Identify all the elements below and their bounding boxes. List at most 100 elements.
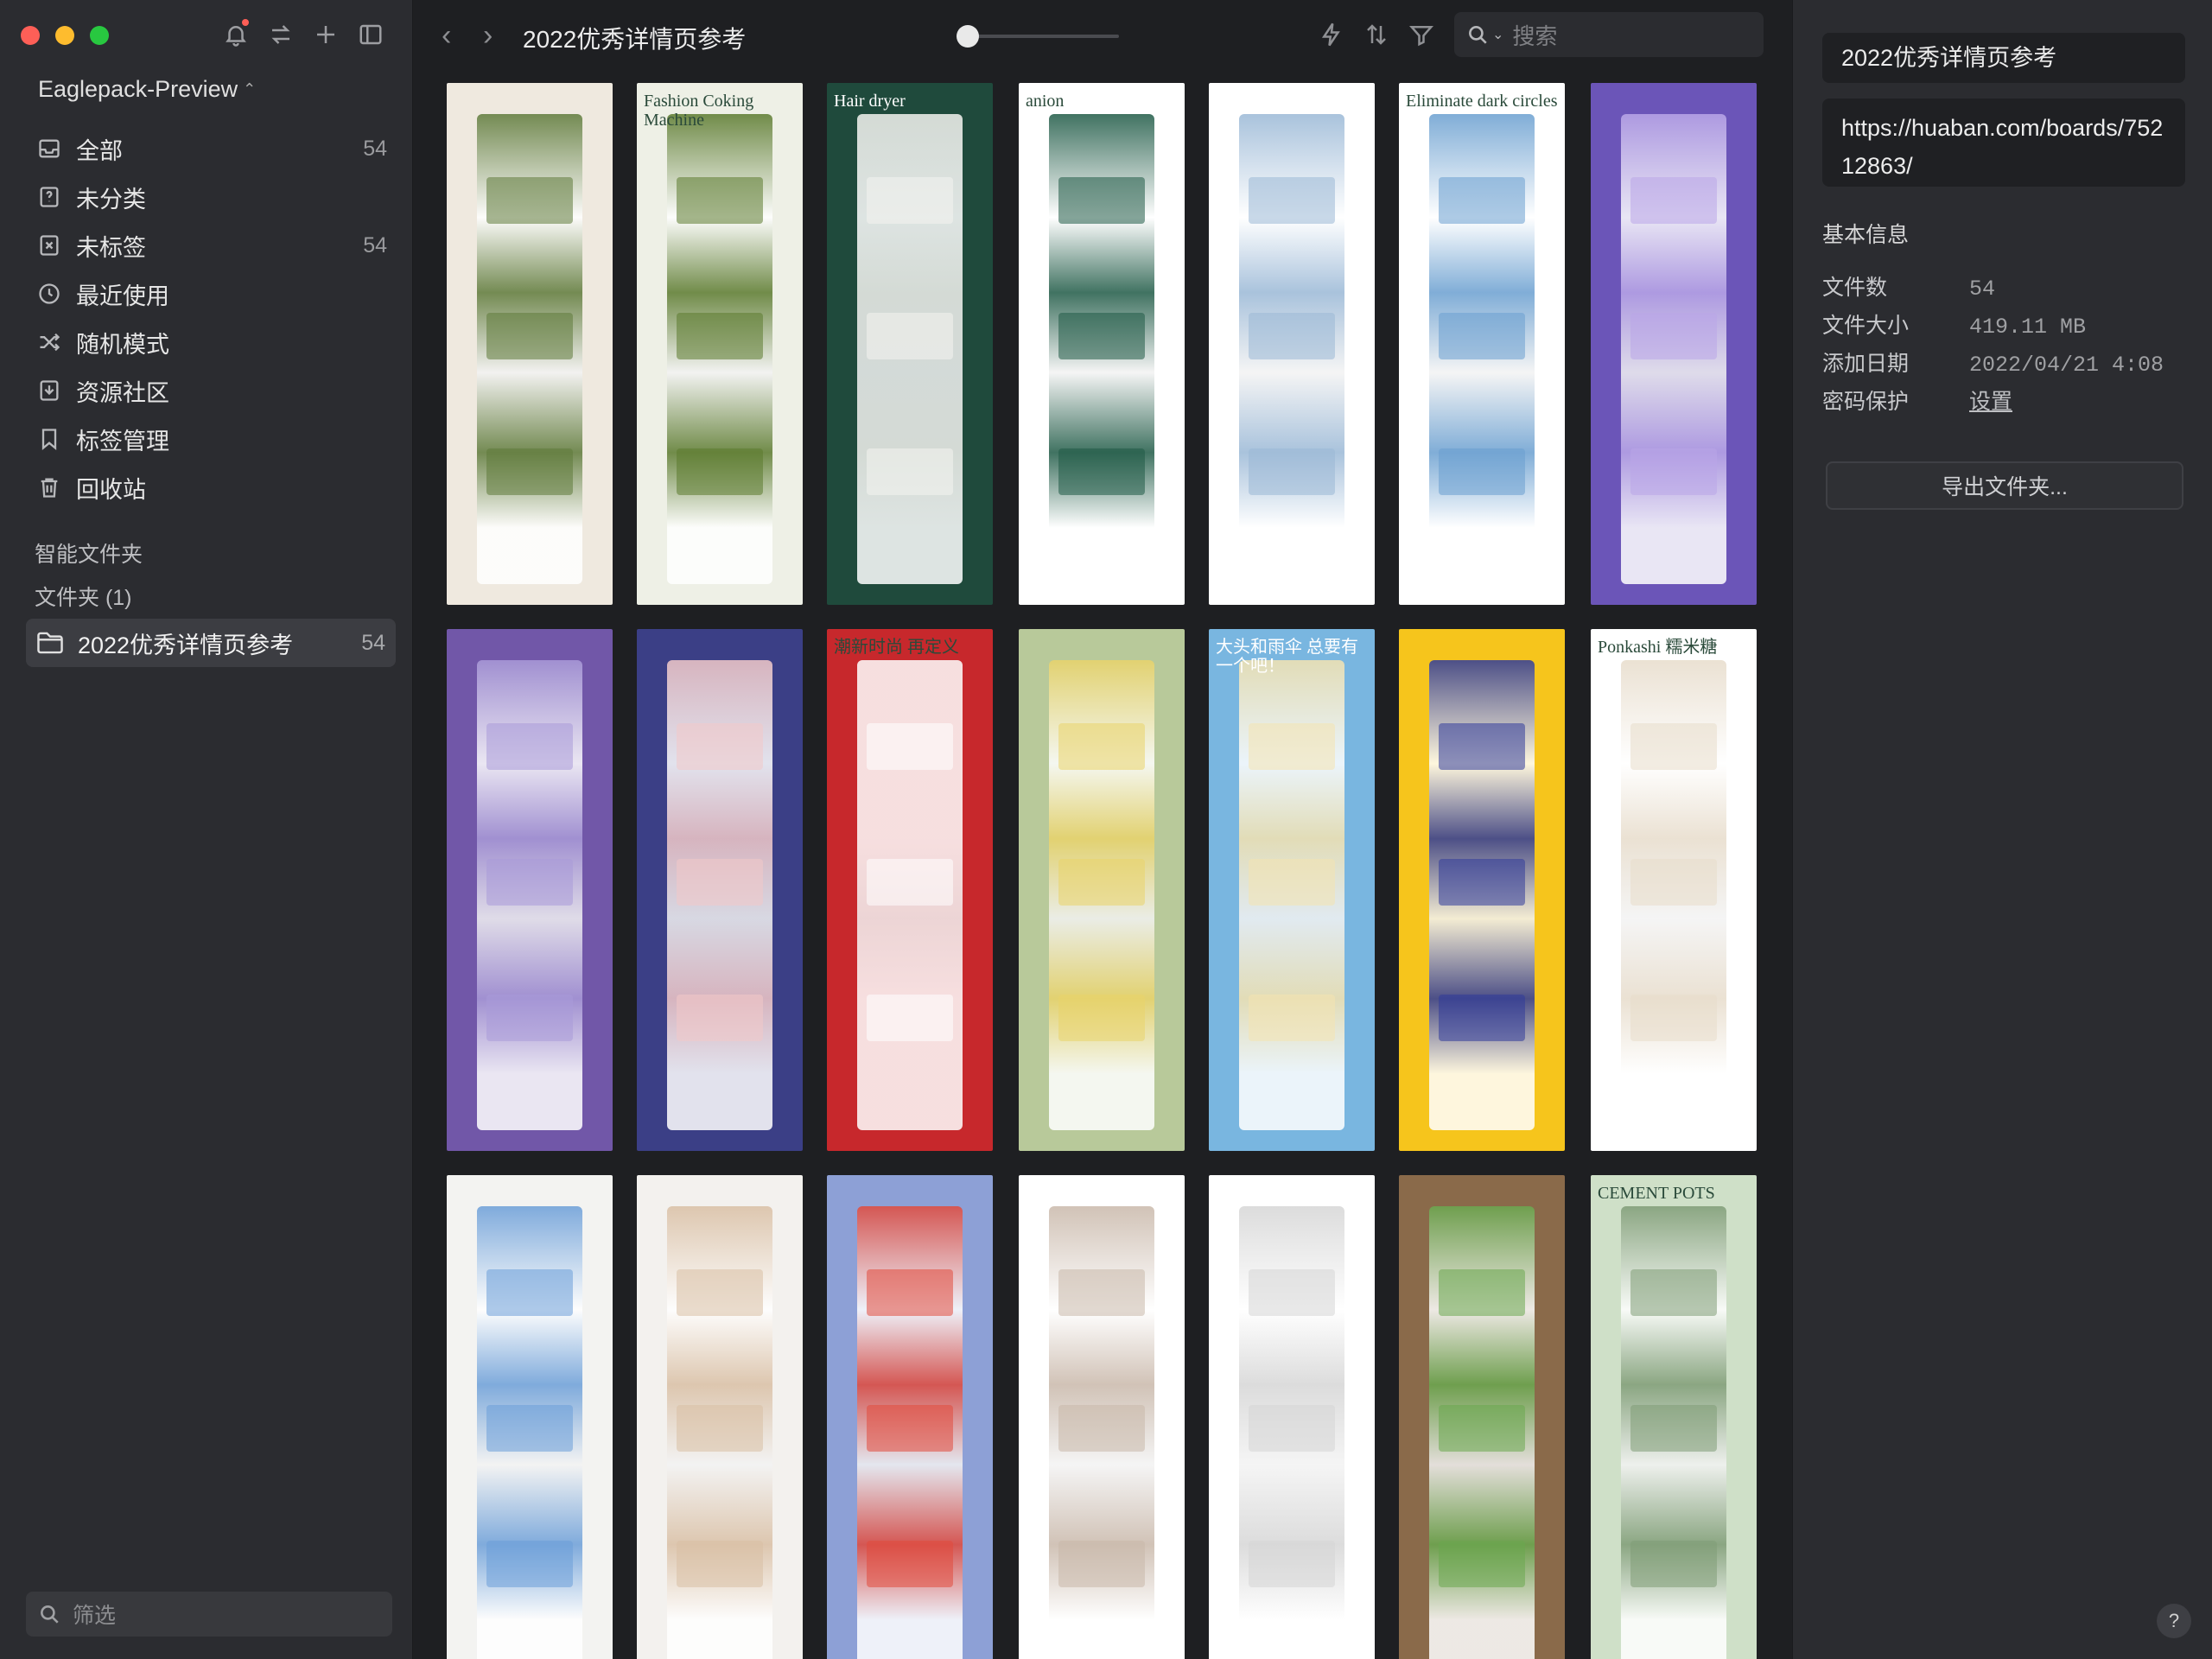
filter-input[interactable]: 筛选 xyxy=(73,1599,116,1630)
back-button[interactable]: ‹ xyxy=(442,19,451,53)
thumbnail-block xyxy=(1630,1540,1717,1588)
thumbnail[interactable] xyxy=(1019,1175,1185,1659)
sidebar-item-label: 未标签 xyxy=(76,234,146,261)
smart-folders-heading[interactable]: 智能文件夹 xyxy=(35,537,143,569)
close-window-button[interactable] xyxy=(21,26,40,45)
info-key: 添加日期 xyxy=(1822,352,1910,376)
folder-item[interactable]: 2022优秀详情页参考 54 xyxy=(26,619,396,667)
thumbnail-block xyxy=(486,1404,573,1452)
thumbnail-block xyxy=(486,722,573,771)
thumbnail[interactable] xyxy=(1209,1175,1375,1659)
thumbnail-block xyxy=(867,994,953,1042)
thumbnail-block xyxy=(486,1540,573,1588)
thumbnail-block xyxy=(1630,858,1717,906)
shuffle-icon xyxy=(36,329,62,355)
thumbnail[interactable]: Eliminate dark circles xyxy=(1399,83,1565,605)
thumbnail-block xyxy=(486,1268,573,1317)
thumbnail-block xyxy=(1058,1540,1145,1588)
info-key: 文件数 xyxy=(1822,276,1888,300)
folders-heading[interactable]: 文件夹 (1) xyxy=(35,581,132,612)
forward-button[interactable]: › xyxy=(483,19,493,53)
thumbnail-block xyxy=(1439,448,1525,496)
thumbnail[interactable] xyxy=(1209,83,1375,605)
toggle-panel-icon[interactable] xyxy=(356,19,385,50)
main-toolbar: ‹ › 2022优秀详情页参考 ⌄ 搜索 xyxy=(414,0,1792,71)
thumbnail-block xyxy=(1249,1268,1335,1317)
filter-field[interactable]: 筛选 xyxy=(26,1592,392,1637)
sort-icon[interactable] xyxy=(1361,19,1392,50)
thumbnail-caption: 大头和雨伞 总要有一个吧！ xyxy=(1216,638,1358,676)
thumbnail[interactable]: Hair dryer xyxy=(827,83,993,605)
info-key: 文件大小 xyxy=(1822,314,1910,338)
thumbnail-block xyxy=(1058,176,1145,225)
filter-funnel-icon[interactable] xyxy=(1406,19,1437,50)
thumbnail-block xyxy=(867,312,953,360)
thumbnail-block xyxy=(1249,994,1335,1042)
sidebar-item-trash[interactable]: 回收站 xyxy=(26,463,397,512)
download-icon xyxy=(36,378,62,404)
zoom-window-button[interactable] xyxy=(90,26,109,45)
library-switcher[interactable]: Eaglepack-Preview ⌃ xyxy=(38,76,256,103)
lightning-icon[interactable] xyxy=(1316,19,1347,50)
thumbnail[interactable] xyxy=(827,1175,993,1659)
thumbnail[interactable]: 大头和雨伞 总要有一个吧！ xyxy=(1209,629,1375,1151)
search-input[interactable]: 搜索 xyxy=(1512,19,1557,51)
thumbnail-block xyxy=(1249,448,1335,496)
folder-label: 2022优秀详情页参考 xyxy=(78,632,294,658)
thumbnail-block xyxy=(677,1404,763,1452)
thumbnail[interactable] xyxy=(637,1175,803,1659)
sidebar-item-label: 未分类 xyxy=(76,186,146,213)
thumbnail[interactable] xyxy=(1399,1175,1565,1659)
thumbnail[interactable]: Fashion Coking Machine xyxy=(637,83,803,605)
minimize-window-button[interactable] xyxy=(55,26,74,45)
sidebar-item-all[interactable]: 全部 54 xyxy=(26,124,397,173)
sidebar-item-untagged[interactable]: 未标签 54 xyxy=(26,221,397,270)
password-set-link[interactable]: 设置 xyxy=(1969,390,2012,414)
chevron-down-icon[interactable]: ⌄ xyxy=(1492,26,1503,43)
sidebar-toolbar xyxy=(221,19,385,50)
info-row-date-added: 添加日期 2022/04/21 4:08 xyxy=(1822,346,2164,378)
inbox-icon xyxy=(36,136,62,162)
sync-arrows-icon[interactable] xyxy=(266,19,296,50)
export-folder-button[interactable]: 导出文件夹... xyxy=(1826,461,2183,510)
thumbnail[interactable]: CEMENT POTS xyxy=(1591,1175,1757,1659)
add-icon[interactable] xyxy=(311,19,340,50)
sidebar-item-label: 随机模式 xyxy=(76,331,169,358)
sidebar-item-uncategorized[interactable]: 未分类 xyxy=(26,173,397,221)
folder-name-field[interactable]: 2022优秀详情页参考 xyxy=(1822,33,2185,83)
thumbnail[interactable] xyxy=(1019,629,1185,1151)
thumbnail[interactable] xyxy=(447,83,613,605)
thumbnail[interactable]: Ponkashi 糯米糖 xyxy=(1591,629,1757,1151)
help-button[interactable]: ? xyxy=(2157,1604,2191,1638)
thumbnail[interactable]: 潮新时尚 再定义 xyxy=(827,629,993,1151)
info-row-file-count: 文件数 54 xyxy=(1822,270,1995,302)
thumbnail-block xyxy=(677,994,763,1042)
zoom-slider[interactable] xyxy=(957,25,1119,48)
notification-bell-icon[interactable] xyxy=(221,19,251,50)
sidebar-item-recent[interactable]: 最近使用 xyxy=(26,270,397,318)
thumbnail[interactable] xyxy=(447,629,613,1151)
sidebar-item-count: 54 xyxy=(363,232,387,257)
thumbnail-block xyxy=(1249,722,1335,771)
thumbnail-block xyxy=(867,722,953,771)
chevron-updown-icon: ⌃ xyxy=(243,80,257,98)
info-key: 密码保护 xyxy=(1822,390,1910,414)
sidebar-item-tags[interactable]: 标签管理 xyxy=(26,415,397,463)
thumbnail[interactable] xyxy=(1591,83,1757,605)
thumbnail-block xyxy=(867,858,953,906)
thumbnail[interactable] xyxy=(447,1175,613,1659)
thumbnail-block xyxy=(486,312,573,360)
thumbnail[interactable]: anion xyxy=(1019,83,1185,605)
sidebar-item-community[interactable]: 资源社区 xyxy=(26,366,397,415)
trash-icon xyxy=(36,474,62,500)
folder-url-field[interactable]: https://huaban.com/boards/75212863/ xyxy=(1822,99,2185,187)
thumbnail-block xyxy=(1439,1540,1525,1588)
thumbnail-block xyxy=(1439,176,1525,225)
thumbnail[interactable] xyxy=(1399,629,1565,1151)
sidebar-item-random[interactable]: 随机模式 xyxy=(26,318,397,366)
window-controls xyxy=(21,26,109,45)
search-field[interactable]: ⌄ 搜索 xyxy=(1454,12,1764,57)
zoom-slider-knob[interactable] xyxy=(957,25,979,48)
thumbnail[interactable] xyxy=(637,629,803,1151)
thumbnail-block xyxy=(677,448,763,496)
